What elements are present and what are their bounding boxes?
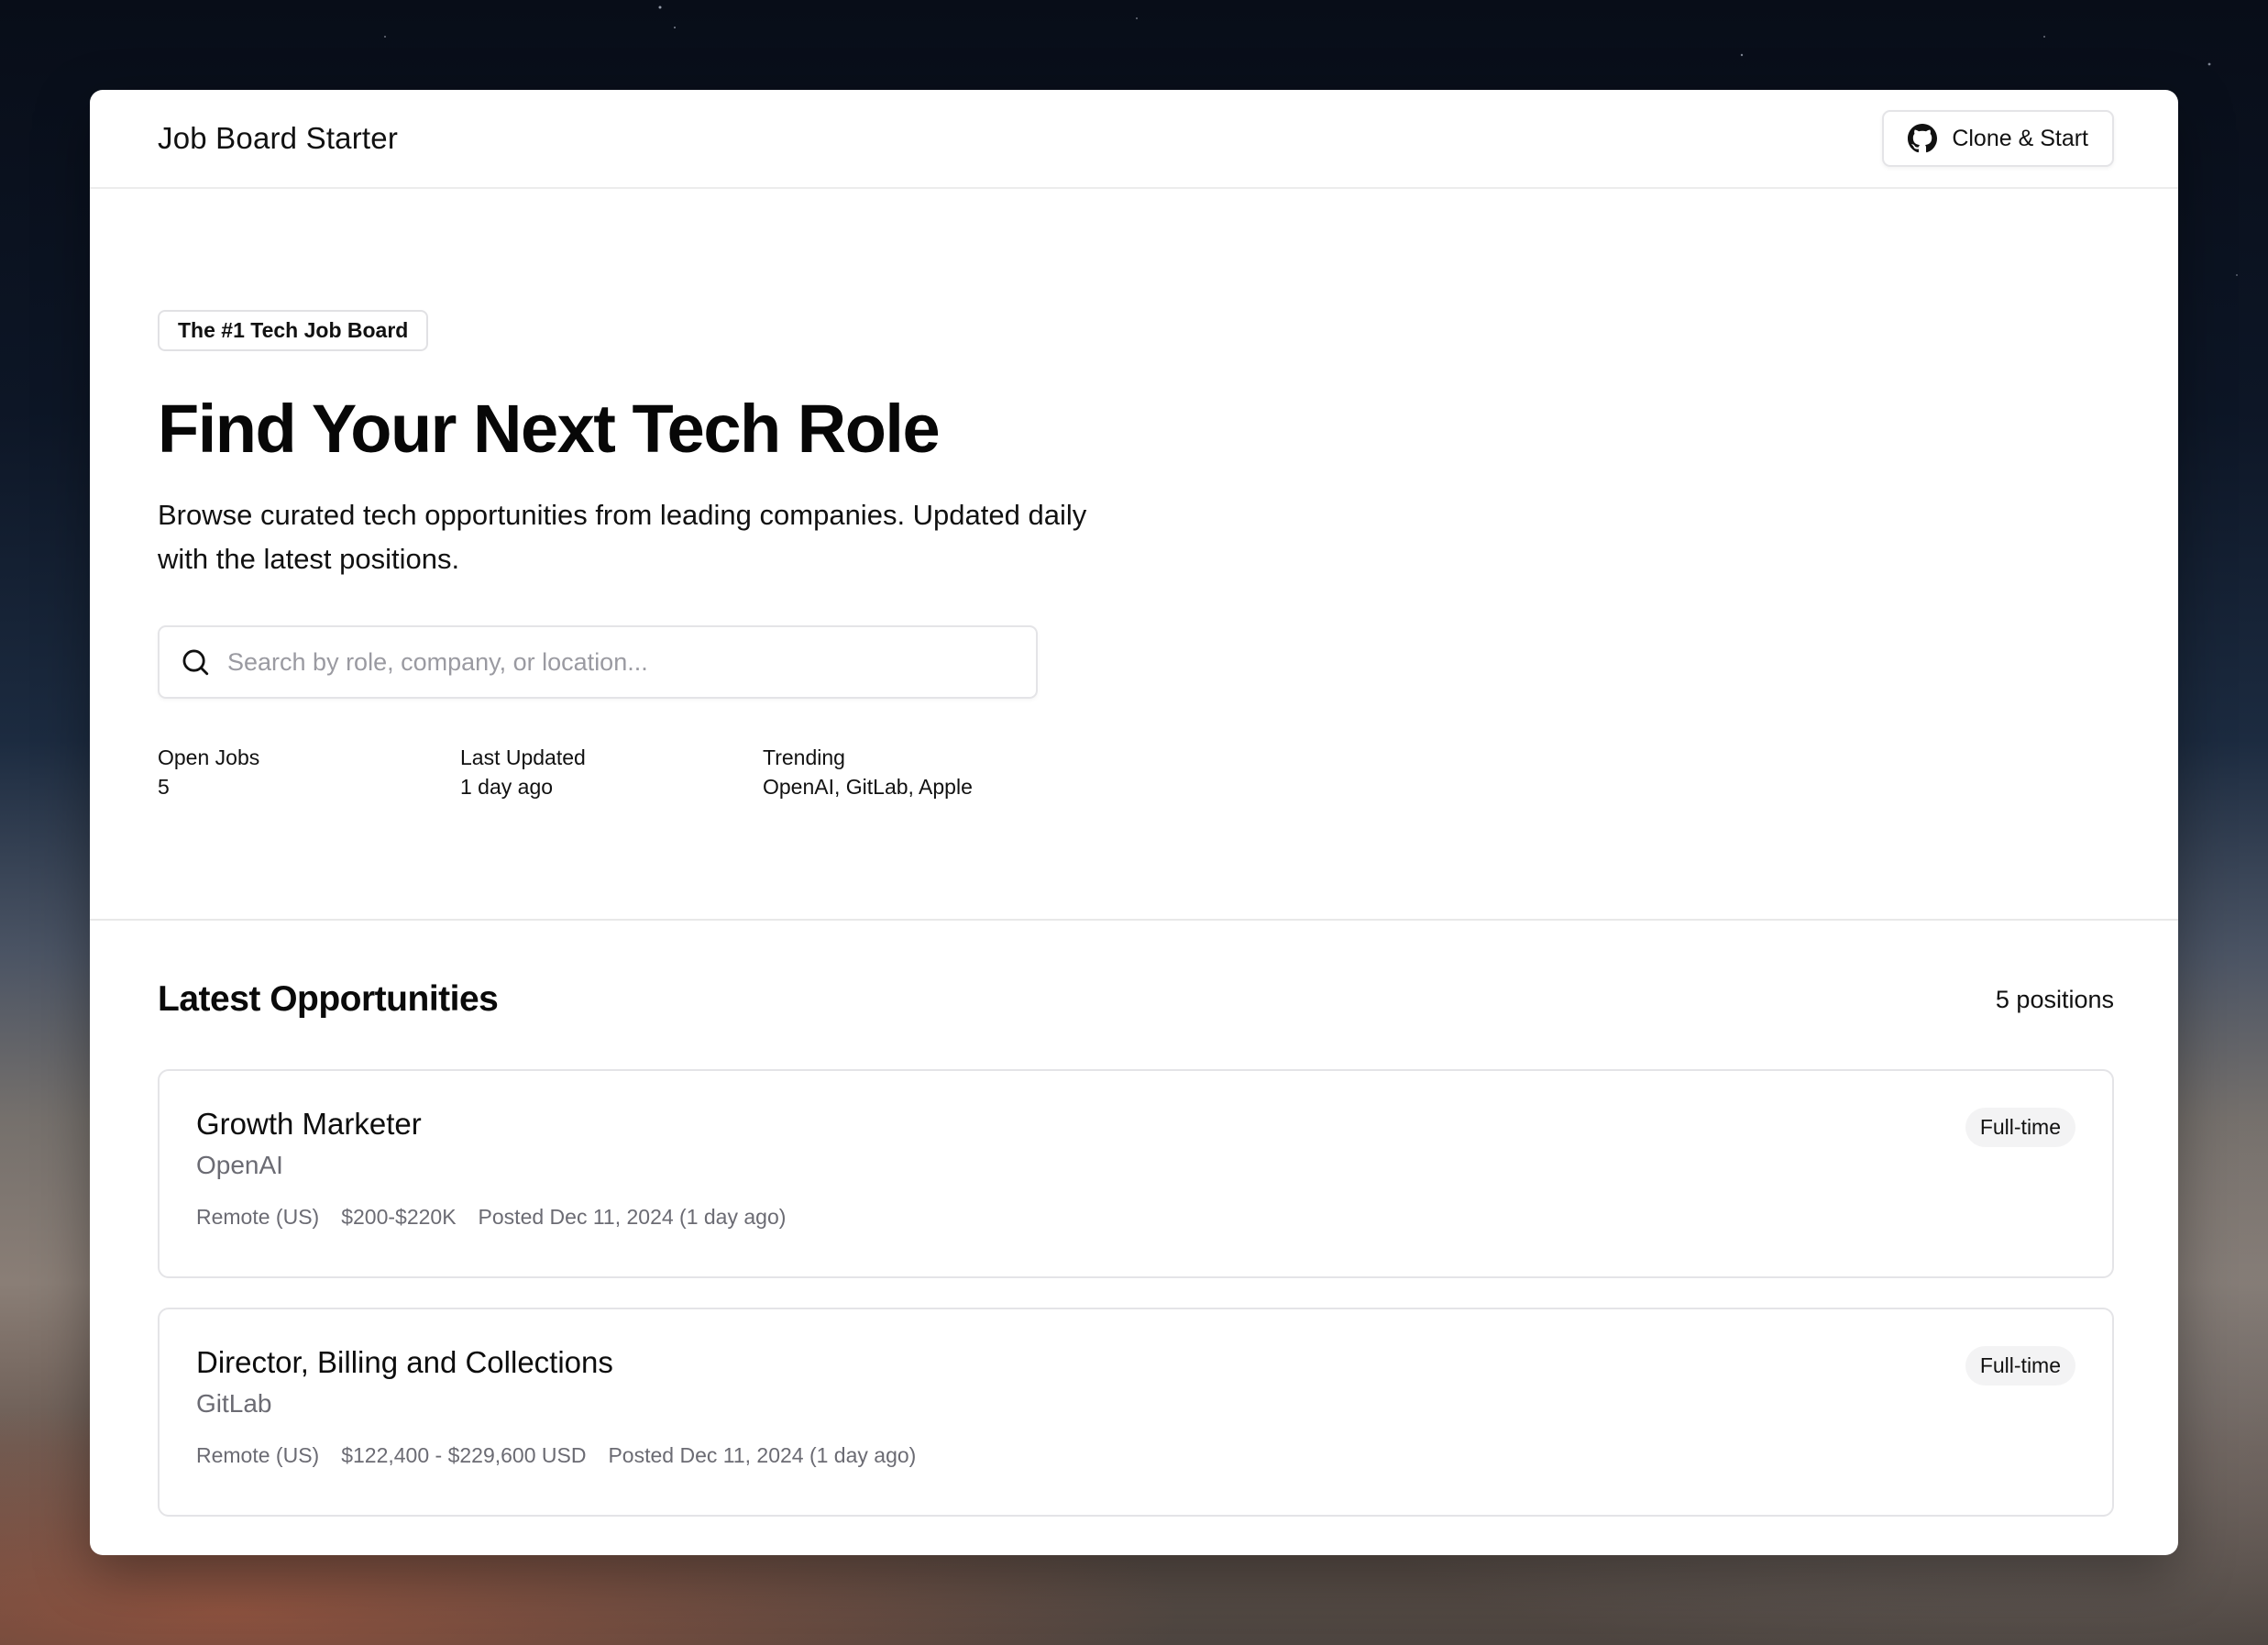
positions-count: 5 positions [1995, 985, 2114, 1013]
page-title: Find Your Next Tech Role [158, 391, 941, 467]
stat-last-updated: Last Updated 1 day ago [460, 743, 763, 801]
stat-label: Open Jobs [158, 745, 260, 770]
stat-value: OpenAI, GitLab, Apple [763, 775, 973, 800]
hero-section: The #1 Tech Job Board Find Your Next Tec… [90, 189, 2178, 921]
listing-header: Latest Opportunities 5 positions [158, 979, 2114, 1020]
job-meta: Remote (US) $122,400 - $229,600 USD Post… [196, 1443, 2075, 1468]
top-nav: Job Board Starter Clone & Start [90, 90, 2178, 189]
job-location: Remote (US) [196, 1205, 320, 1229]
job-posted-date: Posted Dec 11, 2024 (1 day ago) [608, 1443, 917, 1467]
stats-row: Open Jobs 5 Last Updated 1 day ago Trend… [158, 743, 2110, 801]
stat-trending: Trending OpenAI, GitLab, Apple [763, 743, 1065, 801]
job-location: Remote (US) [196, 1443, 320, 1467]
stat-label: Trending [763, 745, 845, 770]
search-bar[interactable] [158, 625, 1038, 700]
job-salary: $122,400 - $229,600 USD [341, 1443, 587, 1467]
job-salary: $200-$220K [341, 1205, 457, 1229]
job-card[interactable]: Growth Marketer OpenAI Remote (US) $200-… [158, 1069, 2114, 1278]
job-listing-section: Latest Opportunities 5 positions Growth … [90, 921, 2178, 1517]
stat-value: 5 [158, 775, 170, 800]
github-icon [1908, 124, 1938, 153]
job-meta: Remote (US) $200-$220K Posted Dec 11, 20… [196, 1205, 2075, 1230]
hero-subtitle: Browse curated tech opportunities from l… [158, 499, 1087, 576]
hero-badge: The #1 Tech Job Board [158, 310, 429, 351]
job-card[interactable]: Director, Billing and Collections GitLab… [158, 1308, 2114, 1517]
stat-value: 1 day ago [460, 775, 554, 800]
job-title[interactable]: Growth Marketer [196, 1106, 2075, 1143]
search-input[interactable] [226, 646, 1018, 678]
job-posted-date: Posted Dec 11, 2024 (1 day ago) [478, 1205, 787, 1229]
browser-page: Job Board Starter Clone & Start The #1 T… [90, 90, 2178, 1555]
stat-open-jobs: Open Jobs 5 [158, 743, 460, 801]
job-company: OpenAI [196, 1151, 283, 1179]
search-icon [180, 646, 211, 678]
stat-label: Last Updated [460, 745, 586, 770]
job-title[interactable]: Director, Billing and Collections [196, 1344, 2075, 1381]
job-company: GitLab [196, 1389, 272, 1418]
clone-button-label: Clone & Start [1952, 125, 2088, 151]
section-title: Latest Opportunities [158, 979, 499, 1019]
brand-name[interactable]: Job Board Starter [158, 121, 398, 156]
job-type-badge: Full-time [1965, 1346, 2075, 1386]
job-type-badge: Full-time [1965, 1108, 2075, 1147]
clone-and-start-button[interactable]: Clone & Start [1882, 110, 2114, 167]
